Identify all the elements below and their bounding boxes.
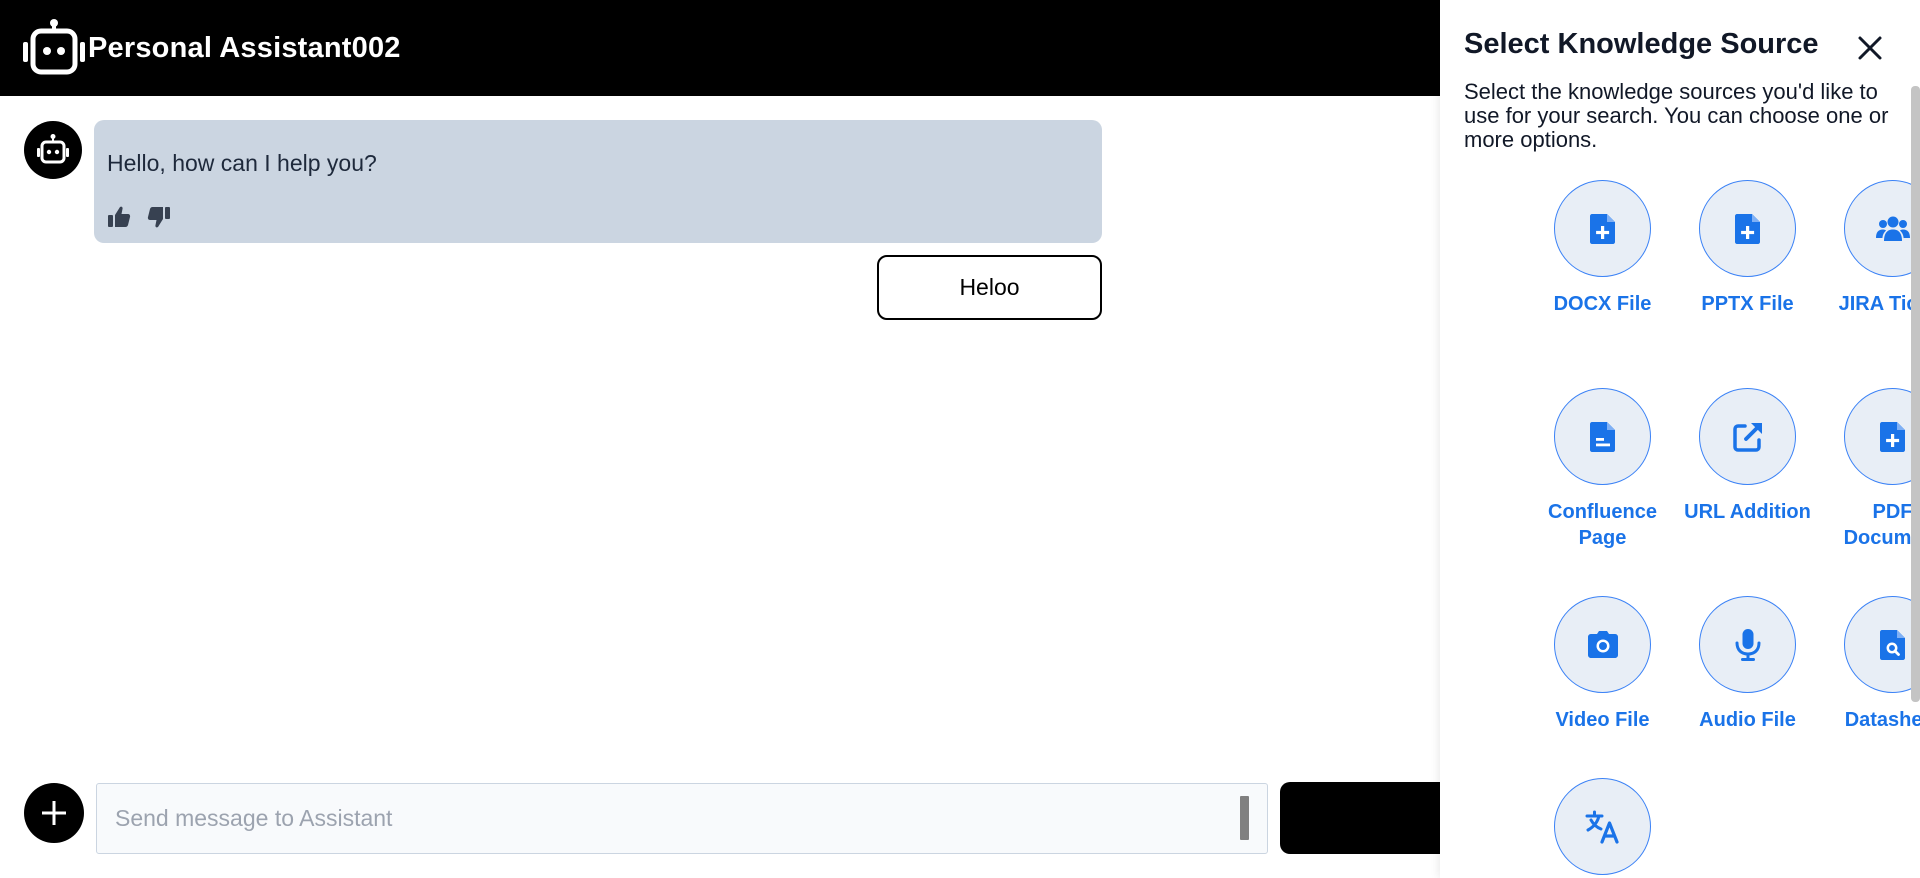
assistant-message: Hello, how can I help you? bbox=[94, 120, 1102, 243]
thumbs-up-icon[interactable] bbox=[106, 204, 132, 230]
source-label: PDF Document bbox=[1843, 501, 1920, 549]
file-lines-icon bbox=[1589, 421, 1615, 452]
source-icon-button[interactable] bbox=[1554, 388, 1651, 485]
source-label: JIRA Ticket bbox=[1838, 293, 1920, 315]
source-icon-button[interactable] bbox=[1554, 180, 1651, 277]
app-root: Personal Assistant002 Hello, how can I h… bbox=[0, 0, 1920, 878]
source-confluence[interactable]: Confluence Page bbox=[1530, 388, 1675, 551]
app-title: Personal Assistant002 bbox=[88, 31, 401, 64]
source-label: Confluence Page bbox=[1548, 501, 1657, 549]
plus-icon bbox=[42, 801, 66, 825]
file-plus-icon bbox=[1589, 213, 1615, 244]
source-label: DOCX File bbox=[1553, 293, 1652, 315]
panel-scrollbar[interactable] bbox=[1911, 86, 1920, 702]
robot-logo-icon bbox=[23, 19, 85, 75]
source-datasheet[interactable]: Datasheet bbox=[1820, 596, 1920, 733]
file-plus-icon bbox=[1879, 421, 1905, 452]
source-icon-button[interactable] bbox=[1554, 596, 1651, 693]
source-video[interactable]: Video File bbox=[1530, 596, 1675, 733]
source-translate[interactable] bbox=[1530, 778, 1675, 878]
assistant-message-text: Hello, how can I help you? bbox=[107, 150, 377, 176]
send-button[interactable] bbox=[1280, 782, 1450, 854]
message-feedback bbox=[106, 204, 172, 230]
robot-icon bbox=[37, 134, 69, 164]
source-label: Datasheet bbox=[1844, 709, 1920, 731]
thumbs-down-icon[interactable] bbox=[146, 204, 172, 230]
source-url[interactable]: URL Addition bbox=[1675, 388, 1820, 525]
source-icon-button[interactable] bbox=[1844, 180, 1920, 277]
source-label: Audio File bbox=[1699, 709, 1796, 731]
user-message: Heloo bbox=[877, 255, 1102, 320]
input-scrollbar[interactable] bbox=[1240, 796, 1249, 840]
message-input[interactable] bbox=[96, 783, 1268, 854]
source-icon-button[interactable] bbox=[1844, 596, 1920, 693]
microphone-icon bbox=[1735, 628, 1760, 661]
knowledge-source-panel: Select Knowledge Source Select the knowl… bbox=[1440, 0, 1920, 878]
header-bar: Personal Assistant002 bbox=[0, 0, 1440, 96]
source-label: URL Addition bbox=[1684, 501, 1811, 523]
source-pptx[interactable]: PPTX File bbox=[1675, 180, 1820, 317]
source-icon-button[interactable] bbox=[1844, 388, 1920, 485]
translate-icon bbox=[1585, 810, 1619, 844]
source-label: Video File bbox=[1555, 709, 1650, 731]
assistant-avatar bbox=[24, 121, 82, 179]
source-docx[interactable]: DOCX File bbox=[1530, 180, 1675, 317]
users-icon bbox=[1875, 216, 1910, 241]
file-search-icon bbox=[1879, 629, 1905, 660]
file-plus-icon bbox=[1734, 213, 1760, 244]
add-attachment-button[interactable] bbox=[24, 783, 84, 843]
source-jira[interactable]: JIRA Ticket bbox=[1820, 180, 1920, 317]
source-icon-button[interactable] bbox=[1554, 778, 1651, 875]
source-pdf[interactable]: PDF Document bbox=[1820, 388, 1920, 551]
camera-icon bbox=[1587, 630, 1618, 658]
source-icon-button[interactable] bbox=[1699, 388, 1796, 485]
source-audio[interactable]: Audio File bbox=[1675, 596, 1820, 733]
source-label: PPTX File bbox=[1701, 293, 1794, 315]
source-grid: DOCX File PPTX File JIRA Tic Confluence … bbox=[1440, 0, 1920, 878]
external-link-icon bbox=[1732, 422, 1762, 452]
source-icon-button[interactable] bbox=[1699, 596, 1796, 693]
source-icon-button[interactable] bbox=[1699, 180, 1796, 277]
